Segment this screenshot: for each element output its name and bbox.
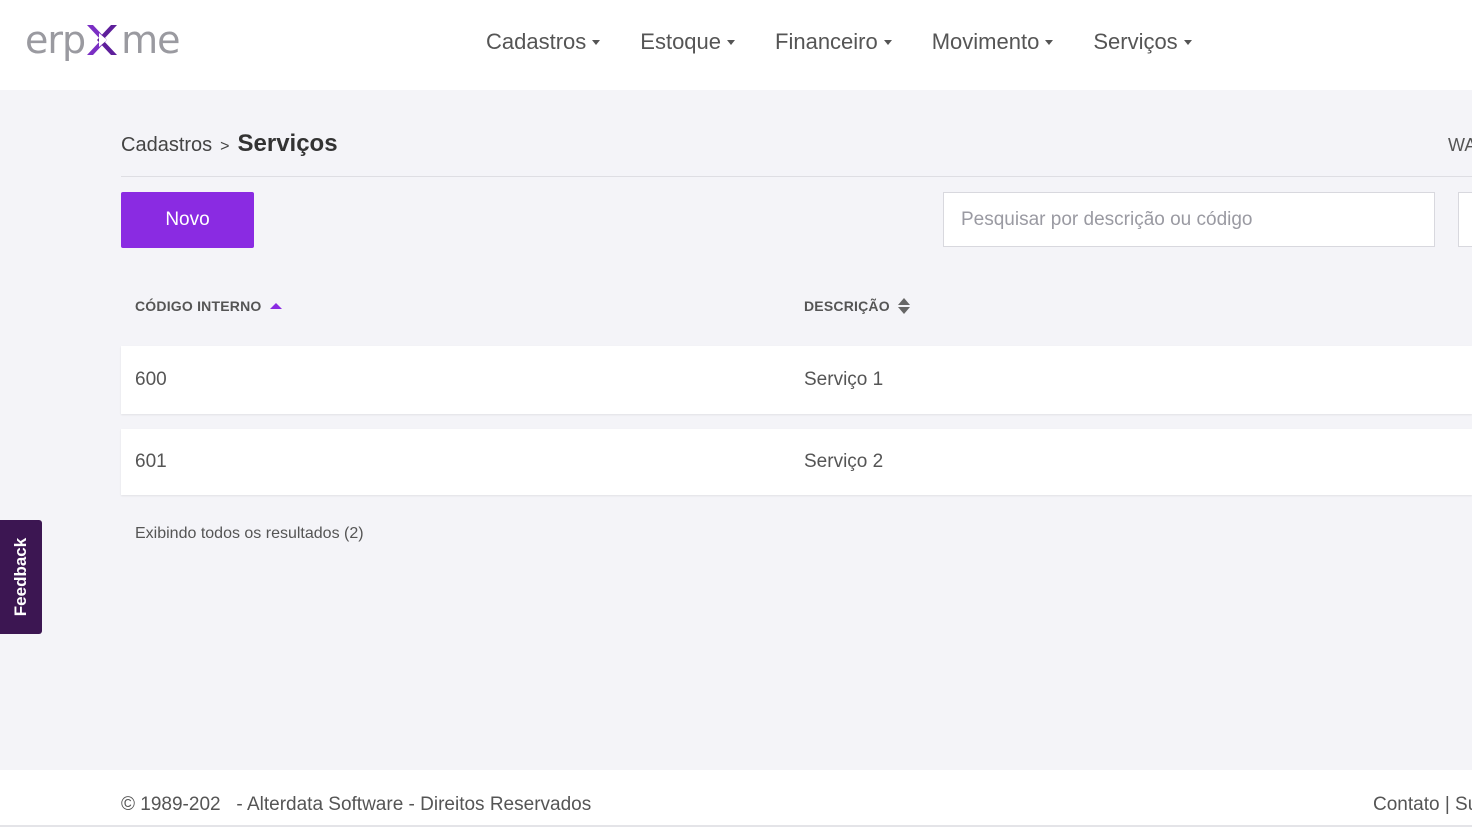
breadcrumb-separator: > <box>220 138 230 155</box>
caret-down-icon <box>883 39 892 45</box>
search-input[interactable] <box>943 192 1435 247</box>
logo-mark-icon <box>87 25 118 55</box>
nav-item-label: Movimento <box>931 29 1040 54</box>
nav-item-servicos[interactable]: Serviços <box>1093 29 1192 55</box>
support-link[interactable]: Su <box>1455 794 1472 815</box>
user-menu[interactable]: WA <box>1448 135 1472 156</box>
nav-item-label: Financeiro <box>775 29 878 54</box>
nav-item-label: Serviços <box>1093 29 1178 54</box>
results-count: Exibindo todos os resultados (2) <box>135 525 364 542</box>
nav-item-cadastros[interactable]: Cadastros <box>486 29 601 55</box>
page-title: Serviços <box>237 130 338 157</box>
breadcrumb-parent[interactable]: Cadastros <box>121 134 212 157</box>
contact-link[interactable]: Contato <box>1373 794 1440 815</box>
cell-description: Serviço 2 <box>804 451 884 472</box>
copyright-text: © 1989-202 - Alterdata Software - Direit… <box>121 794 592 815</box>
column-header-label: CÓDIGO INTERNO <box>135 298 262 314</box>
cell-code: 600 <box>135 369 167 390</box>
feedback-tab[interactable]: Feedback <box>0 520 42 634</box>
caret-down-icon <box>1183 39 1192 45</box>
table-row[interactable]: 600 Serviço 1 <box>121 346 1472 414</box>
sort-ascending-icon <box>270 303 283 309</box>
logo-text-right: me <box>121 18 180 62</box>
column-header-codigo[interactable]: CÓDIGO INTERNO <box>135 296 283 316</box>
feedback-label: Feedback <box>11 537 30 617</box>
logo-text-left: erp <box>25 18 86 62</box>
footer-link-separator: | <box>1444 794 1450 815</box>
column-header-label: DESCRIÇÃO <box>804 298 890 314</box>
column-header-descricao[interactable]: DESCRIÇÃO <box>804 296 910 316</box>
top-navbar: erp me Cadastros Estoque Financeiro Movi… <box>0 0 1472 90</box>
nav-item-movimento[interactable]: Movimento <box>932 29 1054 55</box>
footer: © 1989-202 - Alterdata Software - Direit… <box>0 770 1472 827</box>
main-nav: Cadastros Estoque Financeiro Movimento S… <box>486 26 1232 58</box>
caret-down-icon <box>592 39 601 45</box>
divider <box>121 176 1472 177</box>
caret-down-icon <box>727 39 736 45</box>
nav-item-label: Estoque <box>640 29 722 54</box>
caret-down-icon <box>1045 39 1054 45</box>
table-row[interactable]: 601 Serviço 2 <box>121 429 1472 495</box>
breadcrumb: Cadastros > Serviços <box>121 130 338 160</box>
nav-item-financeiro[interactable]: Financeiro <box>775 29 892 55</box>
nav-item-estoque[interactable]: Estoque <box>640 29 736 55</box>
footer-links: Contato | Su <box>1373 794 1472 816</box>
cell-code: 601 <box>135 451 167 472</box>
cell-description: Serviço 1 <box>804 369 884 390</box>
nav-item-label: Cadastros <box>486 29 587 54</box>
filter-button[interactable] <box>1458 192 1472 247</box>
new-button[interactable]: Novo <box>121 192 254 248</box>
sort-icon <box>897 298 910 314</box>
erpme-logo[interactable]: erp me <box>25 16 181 64</box>
